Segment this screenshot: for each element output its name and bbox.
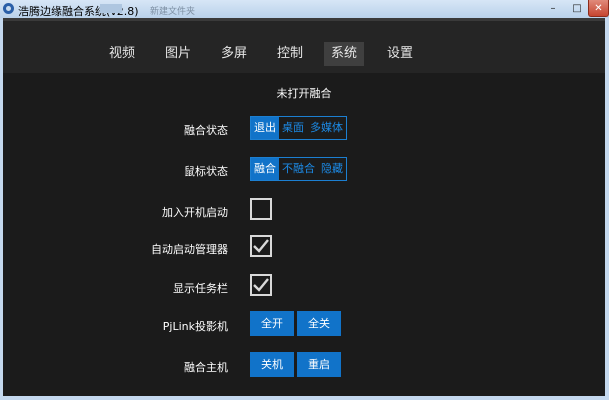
auto-manager-checkbox[interactable] (250, 235, 272, 257)
fusion-status-text: 未打开融合 (276, 87, 332, 100)
host-shutdown-button[interactable]: 关机 (250, 352, 294, 377)
window-frame-right (605, 18, 609, 400)
auto-manager-label: 自动启动管理器 (151, 243, 228, 256)
startup-checkbox[interactable] (250, 198, 272, 220)
maximize-button[interactable]: □ (565, 0, 589, 16)
close-button[interactable]: ✕ (588, 0, 609, 17)
pjlink-label: PjLink投影机 (162, 320, 228, 333)
window-frame-bottom (0, 396, 609, 400)
app-window: 浩腾边缘融合系统(v2.8) 新建文件夹 – □ ✕ 视频 图片 多屏 控制 系… (0, 0, 609, 400)
mouse-state-option-fusion[interactable]: 融合 (251, 158, 279, 180)
minimize-button[interactable]: – (541, 0, 565, 16)
fusion-state-option-desktop[interactable]: 桌面 (279, 117, 307, 139)
fusion-state-option-multimedia[interactable]: 多媒体 (307, 117, 346, 139)
tab-system[interactable]: 系统 (324, 42, 364, 66)
tab-settings[interactable]: 设置 (378, 42, 422, 66)
fusion-host-label: 融合主机 (184, 361, 228, 374)
fusion-state-label: 融合状态 (184, 124, 228, 137)
fusion-state-option-exit[interactable]: 退出 (251, 117, 279, 139)
tab-multiscreen[interactable]: 多屏 (212, 42, 256, 66)
pjlink-all-on-button[interactable]: 全开 (250, 311, 294, 336)
mouse-state-option-no-fusion[interactable]: 不融合 (279, 158, 318, 180)
background-window-title: 新建文件夹 (150, 7, 196, 17)
mouse-state-option-hide[interactable]: 隐藏 (318, 158, 346, 180)
mouse-state-segmented: 融合 不融合 隐藏 (250, 157, 347, 181)
tab-control[interactable]: 控制 (268, 42, 312, 66)
startup-label: 加入开机启动 (162, 206, 228, 219)
fusion-state-segmented: 退出 桌面 多媒体 (250, 116, 347, 140)
tab-video[interactable]: 视频 (100, 42, 144, 66)
app-logo-icon (3, 3, 14, 14)
check-icon (253, 278, 269, 292)
client-area: 视频 图片 多屏 控制 系统 设置 未打开融合 融合状态 退出 桌面 多媒体 鼠… (3, 18, 605, 396)
background-window-fragment (100, 4, 122, 13)
host-restart-button[interactable]: 重启 (297, 352, 341, 377)
tab-image[interactable]: 图片 (156, 42, 200, 66)
title-bar[interactable]: 浩腾边缘融合系统(v2.8) 新建文件夹 – □ ✕ (0, 0, 609, 19)
client-top-border (3, 18, 605, 21)
check-icon (253, 239, 269, 253)
show-taskbar-checkbox[interactable] (250, 274, 272, 296)
pjlink-all-off-button[interactable]: 全关 (297, 311, 341, 336)
show-taskbar-label: 显示任务栏 (173, 282, 228, 295)
mouse-state-label: 鼠标状态 (184, 165, 228, 178)
